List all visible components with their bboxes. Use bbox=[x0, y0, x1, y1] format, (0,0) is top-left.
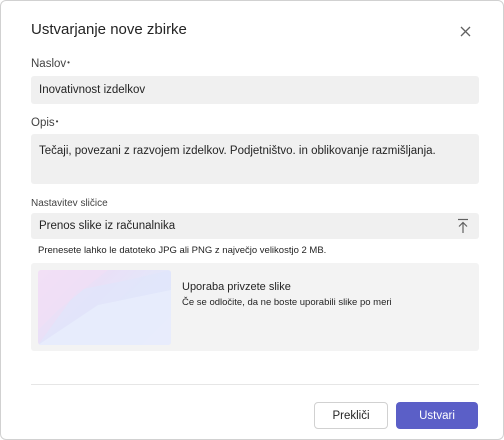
upload-image-button[interactable]: Prenos slike iz računalnika bbox=[31, 213, 479, 239]
upload-image-label: Prenos slike iz računalnika bbox=[39, 220, 176, 232]
description-label: Opis• bbox=[31, 117, 58, 129]
required-marker: • bbox=[55, 117, 59, 126]
default-cover-title: Uporaba privzete slike bbox=[182, 281, 291, 293]
upload-hint: Prenesete lahko le datoteko JPG ali PNG … bbox=[38, 245, 327, 256]
required-marker: • bbox=[67, 58, 70, 67]
default-cover-option[interactable]: Uporaba privzete slike Če se odločite, d… bbox=[31, 263, 479, 351]
default-cover-thumbnail bbox=[38, 270, 171, 345]
create-collection-dialog: Ustvarjanje nove zbirke Naslov• Inovativ… bbox=[0, 0, 504, 440]
cancel-button[interactable]: Prekliči bbox=[314, 402, 388, 429]
default-cover-description: Če se odločite, da ne boste uporabili sl… bbox=[182, 297, 392, 308]
footer-divider bbox=[31, 384, 479, 385]
dialog-title: Ustvarjanje nove zbirke bbox=[31, 21, 187, 38]
thumbnail-label: Nastavitev sličice bbox=[31, 198, 108, 209]
create-button[interactable]: Ustvari bbox=[396, 402, 478, 429]
title-label-text: Naslov bbox=[31, 58, 67, 70]
close-icon bbox=[460, 26, 470, 36]
description-label-text: Opis bbox=[31, 117, 55, 129]
title-label: Naslov• bbox=[31, 58, 70, 70]
close-button[interactable] bbox=[456, 22, 474, 40]
upload-icon bbox=[458, 218, 468, 233]
title-input[interactable]: Inovativnost izdelkov bbox=[31, 76, 479, 104]
description-input[interactable]: Tečaji, povezani z razvojem izdelkov. Po… bbox=[31, 134, 479, 184]
cover-art bbox=[38, 270, 171, 345]
